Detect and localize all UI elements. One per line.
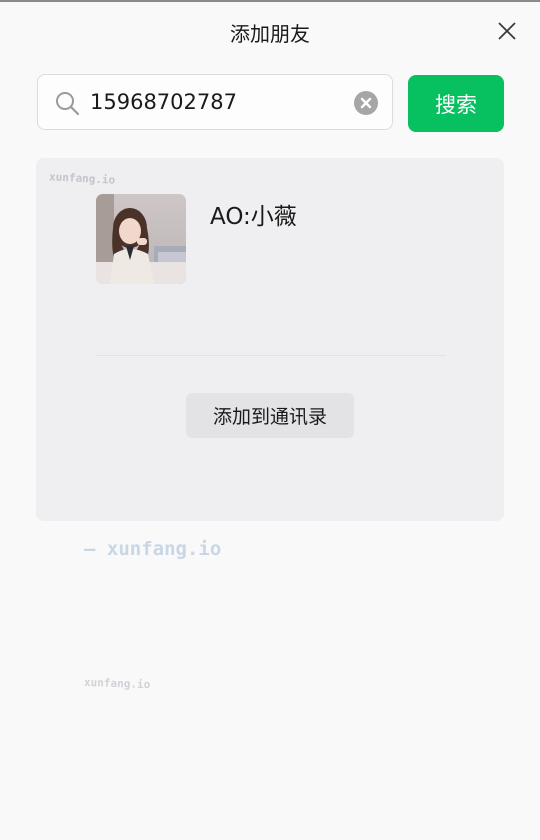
- search-box[interactable]: [37, 74, 393, 130]
- watermark-lower-left: xunfang.io: [83, 675, 151, 692]
- search-button[interactable]: 搜索: [408, 75, 504, 132]
- window-top-border: [0, 0, 540, 2]
- close-icon[interactable]: [496, 20, 518, 42]
- add-friend-window: 添加朋友 搜索 xunfang.io: [0, 0, 540, 840]
- add-to-contacts-button[interactable]: 添加到通讯录: [186, 393, 354, 438]
- watermark-card: xunfang.io: [48, 170, 116, 187]
- avatar[interactable]: [96, 194, 186, 284]
- divider: [96, 355, 446, 356]
- watermark-below-card: — xunfang.io: [84, 538, 222, 560]
- contact-nickname: AO:小薇: [210, 204, 297, 230]
- search-input[interactable]: [90, 85, 340, 119]
- clear-circle-icon[interactable]: [354, 91, 378, 115]
- avatar-photo: [96, 194, 186, 284]
- search-result-card: xunfang.io AO:小薇 添加到通讯录: [36, 158, 504, 521]
- search-icon: [56, 92, 80, 116]
- window-title: 添加朋友: [230, 22, 310, 46]
